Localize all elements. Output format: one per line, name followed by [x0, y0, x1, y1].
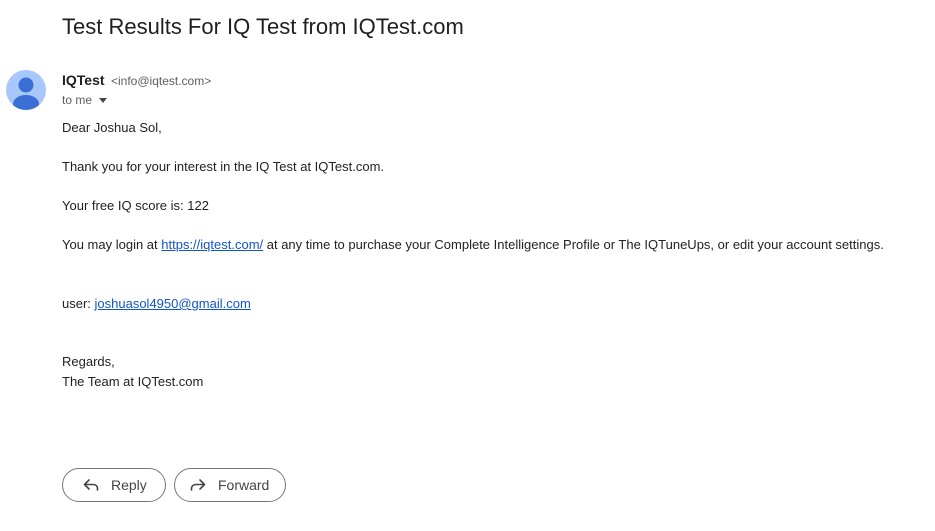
- forward-label: Forward: [218, 477, 270, 493]
- recipients-dropdown[interactable]: to me: [62, 93, 108, 107]
- user-email-link[interactable]: joshuasol4950@gmail.com: [95, 296, 251, 311]
- login-prefix: You may login at: [62, 237, 162, 252]
- thanks-text: Thank you for your interest in the IQ Te…: [62, 159, 385, 174]
- reply-arrow-icon: [82, 476, 100, 494]
- login-paragraph: You may login at https://iqtest.com/ at …: [62, 237, 884, 252]
- iqtest-login-link[interactable]: https://iqtest.com/: [161, 237, 263, 252]
- user-label: user:: [62, 296, 95, 311]
- caret-down-icon[interactable]: [99, 98, 108, 103]
- reply-label: Reply: [111, 477, 147, 493]
- iq-score-text: Your free IQ score is: 122: [62, 198, 209, 213]
- sender-email: <info@iqtest.com>: [110, 74, 212, 88]
- sender-line: IQTest <info@iqtest.com>: [62, 72, 211, 90]
- forward-arrow-icon: [189, 476, 207, 494]
- regards-text: Regards,: [62, 354, 115, 369]
- reply-button[interactable]: Reply: [62, 468, 166, 502]
- greeting-text: Dear Joshua Sol,: [62, 120, 162, 135]
- email-subject: Test Results For IQ Test from IQTest.com: [62, 14, 464, 39]
- user-line: user: joshuasol4950@gmail.com: [62, 296, 251, 311]
- recipient-label: to me: [62, 93, 93, 107]
- sender-name[interactable]: IQTest: [62, 72, 105, 88]
- login-suffix: at any time to purchase your Complete In…: [263, 237, 884, 252]
- signature-text: The Team at IQTest.com: [62, 374, 204, 389]
- sender-avatar-icon[interactable]: [6, 70, 46, 110]
- forward-button[interactable]: Forward: [174, 468, 286, 502]
